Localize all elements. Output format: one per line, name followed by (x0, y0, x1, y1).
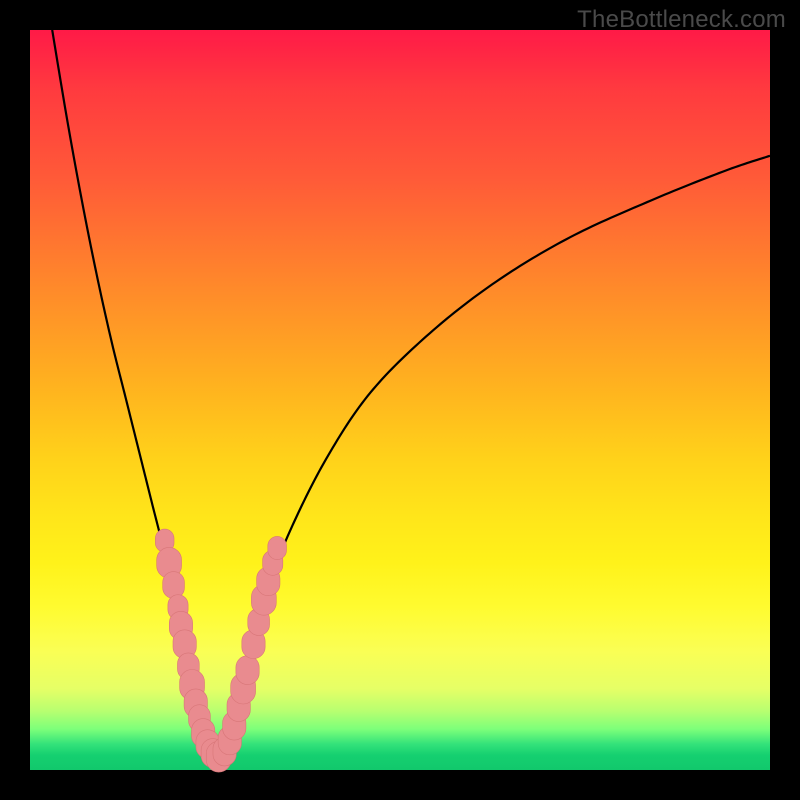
curve-group (52, 30, 770, 759)
watermark-text: TheBottleneck.com (577, 6, 786, 34)
data-marker (163, 572, 185, 599)
curve-right-branch (215, 156, 770, 759)
chart-svg (30, 30, 770, 770)
plot-area (30, 30, 770, 770)
marker-group (155, 529, 286, 772)
chart-frame: TheBottleneck.com (0, 0, 800, 800)
data-marker (236, 656, 259, 685)
data-marker (268, 536, 287, 559)
